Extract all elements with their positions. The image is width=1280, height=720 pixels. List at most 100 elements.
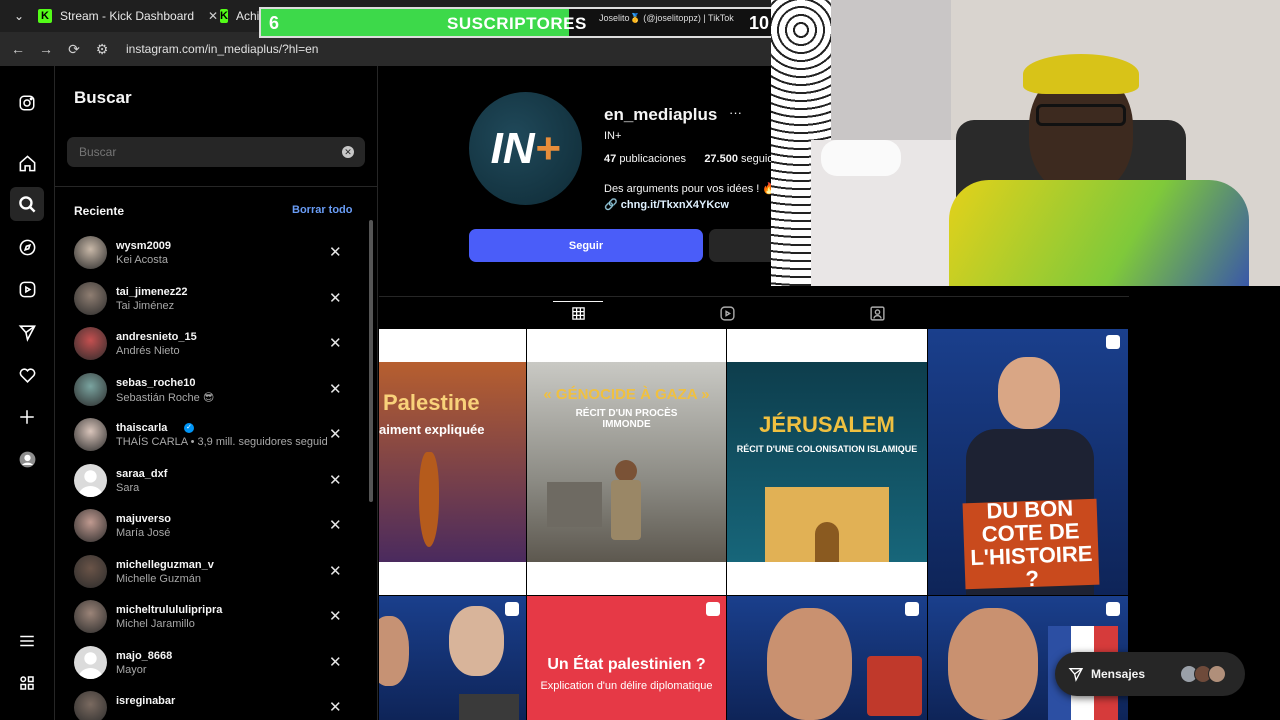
- clear-search-icon[interactable]: ✕: [342, 146, 354, 158]
- post-title: JÉRUSALEM: [759, 412, 895, 437]
- jersey-shape: [949, 180, 1249, 286]
- post-tile[interactable]: [379, 596, 526, 720]
- recent-search-item[interactable]: micheltrulululipripra Michel Jaramillo ✕: [74, 597, 356, 637]
- carousel-badge-icon: [706, 602, 720, 616]
- subscriber-current: 6: [269, 13, 280, 33]
- remove-recent-icon[interactable]: ✕: [329, 289, 342, 307]
- post-title: Palestine: [383, 390, 480, 415]
- posts-label: publicaciones: [619, 153, 686, 165]
- post-tile[interactable]: [727, 596, 927, 720]
- profile-display-name: IN+: [604, 130, 622, 142]
- recent-search-item[interactable]: majuverso María José ✕: [74, 506, 356, 546]
- back-icon[interactable]: ←: [4, 41, 32, 57]
- recent-username: wysm2009: [116, 240, 172, 252]
- recent-username: isreginabar: [116, 695, 176, 707]
- recent-search-item[interactable]: wysm2009 Kei Acosta ✕: [74, 233, 356, 273]
- search-icon[interactable]: [10, 187, 44, 221]
- post-tile[interactable]: JÉRUSALEM RÉCIT D'UNE COLONISATION ISLAM…: [727, 329, 927, 595]
- tab-posts[interactable]: [553, 301, 603, 325]
- recent-search-item[interactable]: michelleguzman_v Michelle Guzmán ✕: [74, 552, 356, 592]
- recent-full-name: Sebastián Roche 😎: [116, 391, 215, 404]
- recent-search-item[interactable]: majo_8668 Mayor ✕: [74, 643, 356, 683]
- flag-shape: [459, 694, 519, 720]
- messages-button[interactable]: Mensajes: [1055, 652, 1245, 696]
- post-tile[interactable]: Palestine aiment expliquée: [379, 329, 526, 595]
- recent-username: sebas_roche10: [116, 376, 196, 389]
- url-text[interactable]: instagram.com/in_mediaplus/?hl=en: [126, 42, 318, 56]
- tab-tagged[interactable]: [852, 301, 902, 325]
- messages-icon[interactable]: [14, 319, 40, 345]
- browser-tab-kick-dashboard[interactable]: K Stream - Kick Dashboard ✕: [28, 4, 228, 28]
- recent-username: majo_8668: [116, 649, 173, 662]
- remove-recent-icon[interactable]: ✕: [329, 653, 342, 671]
- recent-search-item[interactable]: isreginabar ✕: [74, 688, 356, 720]
- kick-logo-icon: K: [220, 9, 228, 23]
- recent-heading: Reciente: [74, 204, 125, 218]
- verified-badge-icon: ✓: [184, 423, 194, 433]
- post-tile[interactable]: « GÉNOCIDE À GAZA » RÉCIT D'UN PROCÈS IM…: [527, 329, 726, 595]
- remove-recent-icon[interactable]: ✕: [329, 380, 342, 398]
- profile-bio: Des arguments pour vos idées ! 🔥: [604, 183, 777, 195]
- reels-icon[interactable]: [14, 276, 40, 302]
- post-subtitle: RÉCIT D'UNE COLONISATION ISLAMIQUE: [736, 444, 918, 454]
- remove-recent-icon[interactable]: ✕: [329, 607, 342, 625]
- pillow-shape: [821, 140, 901, 176]
- more-options-icon[interactable]: ···: [729, 105, 742, 120]
- create-icon[interactable]: [14, 404, 40, 430]
- recent-username: andresnieto_15: [116, 331, 197, 343]
- cap-shape: [1023, 54, 1139, 94]
- person-head-shape: [998, 357, 1060, 429]
- tab-reels[interactable]: [702, 301, 752, 325]
- notifications-icon[interactable]: [14, 362, 40, 388]
- profile-icon[interactable]: [14, 446, 40, 472]
- remove-recent-icon[interactable]: ✕: [329, 334, 342, 352]
- more-apps-icon[interactable]: [14, 670, 40, 696]
- post-tile[interactable]: Un État palestinien ? Explication d'un d…: [527, 596, 726, 720]
- grid-icon: [571, 307, 585, 320]
- profile-tabs-divider: [379, 296, 1129, 297]
- remove-recent-icon[interactable]: ✕: [329, 425, 342, 443]
- kick-logo-icon: K: [38, 9, 52, 23]
- recent-search-item[interactable]: andresnieto_15 Andrés Nieto ✕: [74, 324, 356, 364]
- remove-recent-icon[interactable]: ✕: [329, 562, 342, 580]
- followers-count[interactable]: 27.500: [704, 153, 738, 165]
- recent-search-item[interactable]: sebas_roche10 Sebastián Roche 😎 ✕: [74, 370, 356, 410]
- remove-recent-icon[interactable]: ✕: [329, 698, 342, 716]
- post-tile[interactable]: DU BON COTE DE L'HISTOIRE ?: [928, 329, 1128, 595]
- forward-icon[interactable]: →: [32, 41, 60, 57]
- menu-icon[interactable]: [14, 628, 40, 654]
- posts-count: 47: [604, 153, 617, 165]
- avatar: [74, 463, 107, 497]
- recent-full-name: Michel Jaramillo: [116, 618, 195, 630]
- profile-stats: 47 publicaciones 27.500 seguidor: [604, 153, 783, 165]
- recent-username: majuverso: [116, 513, 172, 525]
- avatar: [1208, 665, 1226, 683]
- reload-icon[interactable]: ⟳: [60, 41, 88, 58]
- avatar: [74, 236, 107, 269]
- remove-recent-icon[interactable]: ✕: [329, 471, 342, 489]
- recent-search-item[interactable]: tai_jimenez22 Tai Jiménez ✕: [74, 279, 356, 319]
- home-icon[interactable]: [14, 150, 40, 176]
- clear-all-link[interactable]: Borrar todo: [292, 204, 353, 216]
- scrollbar-thumb[interactable]: [369, 220, 373, 502]
- profile-avatar[interactable]: IN +: [469, 92, 582, 205]
- remove-recent-icon[interactable]: ✕: [329, 243, 342, 261]
- avatar: [74, 418, 107, 451]
- search-input[interactable]: [67, 137, 365, 167]
- recent-username: micheltrulululipripra: [116, 604, 223, 616]
- site-settings-icon[interactable]: ⚙: [88, 41, 116, 58]
- subscriber-goal-label: SUSCRIPTORES: [447, 14, 587, 33]
- recent-search-item[interactable]: saraa_dxf Sara ✕: [74, 461, 356, 501]
- profile-link[interactable]: 🔗 chng.it/TkxnX4YKcw: [604, 198, 729, 211]
- follow-button[interactable]: Seguir: [469, 229, 703, 262]
- explore-icon[interactable]: [14, 234, 40, 260]
- palestine-map-shape: [419, 452, 439, 547]
- reel-badge-icon: [1106, 602, 1120, 616]
- child-figure-head: [615, 460, 637, 482]
- post-subtitle: Explication d'un délire diplomatique: [540, 680, 713, 692]
- reel-badge-icon: [505, 602, 519, 616]
- recent-search-item[interactable]: thaiscarla ✓ THAÍS CARLA • 3,9 mill. segui…: [74, 415, 356, 455]
- instagram-icon[interactable]: [14, 90, 40, 116]
- recent-full-name: Mayor: [116, 663, 147, 676]
- remove-recent-icon[interactable]: ✕: [329, 516, 342, 534]
